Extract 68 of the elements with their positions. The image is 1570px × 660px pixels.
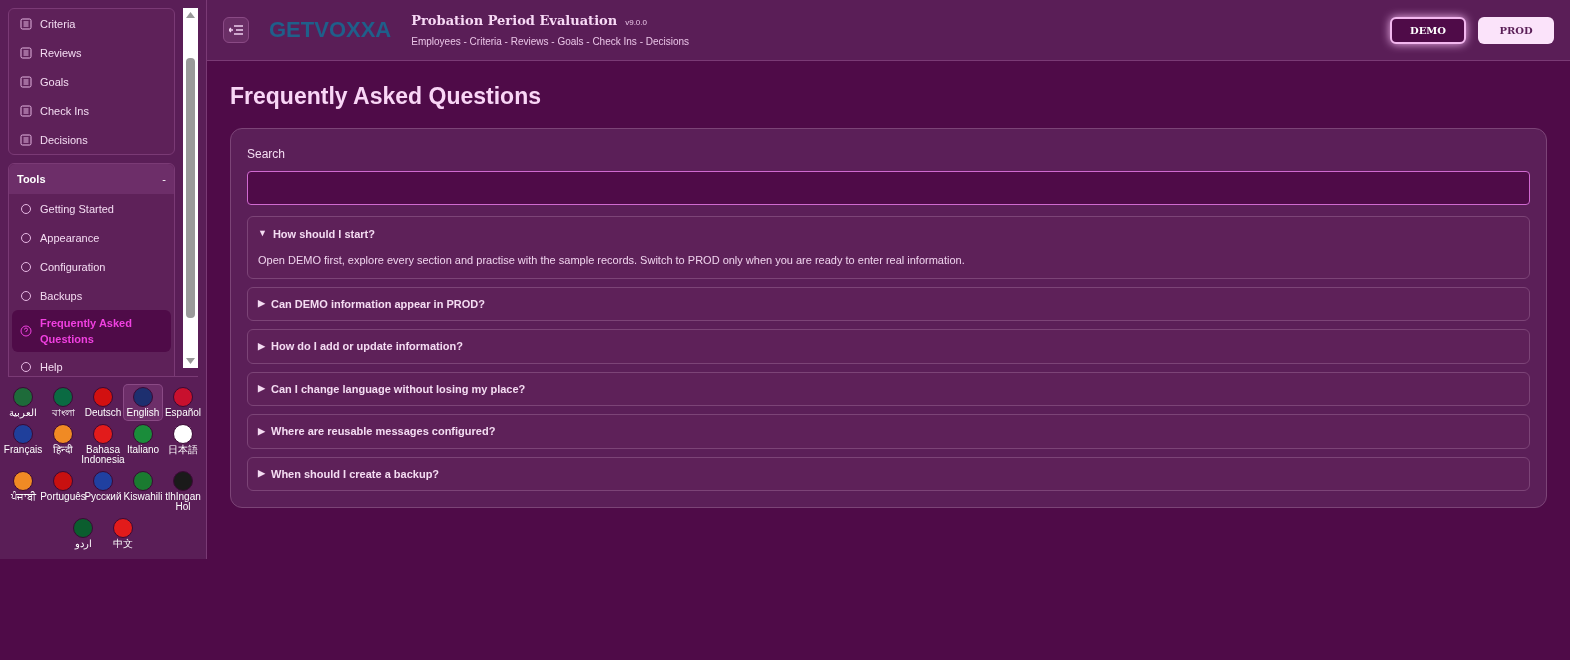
- scrollbar-thumb[interactable]: [186, 58, 195, 318]
- collapse-toggle[interactable]: -: [162, 170, 166, 188]
- faq-question[interactable]: Can DEMO information appear in PROD?: [271, 295, 485, 312]
- tool-icon: [20, 260, 32, 273]
- document-icon: [20, 17, 32, 30]
- sidebar-item[interactable]: Frequently Asked Questions: [12, 310, 171, 352]
- app-title: Probation Period Evaluation: [411, 11, 618, 30]
- faq-question[interactable]: How should I start?: [272, 225, 375, 242]
- tool-icon: [20, 360, 32, 373]
- mode-button[interactable]: PROD: [1478, 16, 1554, 44]
- sidebar-item[interactable]: Check Ins: [12, 96, 171, 125]
- sidebar-item[interactable]: Reviews: [12, 38, 171, 67]
- scroll-down-icon[interactable]: [186, 358, 195, 364]
- language-button[interactable]: Español: [164, 385, 202, 420]
- language-button[interactable]: 中文: [104, 516, 142, 551]
- language-button[interactable]: العربية: [4, 385, 42, 420]
- tool-icon: [20, 202, 32, 215]
- logo: GETVOXXA: [269, 17, 392, 43]
- language-button[interactable]: Kiswahili: [124, 469, 162, 514]
- expand-marker[interactable]: ▶: [258, 297, 265, 311]
- mode-button[interactable]: DEMO: [1390, 16, 1466, 44]
- sidebar-item[interactable]: Help: [12, 352, 171, 376]
- language-button[interactable]: Français: [4, 422, 42, 467]
- collapse-menu-icon: [229, 25, 243, 35]
- expand-marker[interactable]: ▶: [258, 424, 265, 438]
- sidebar-item[interactable]: Decisions: [12, 125, 171, 154]
- language-button[interactable]: اردو: [64, 516, 102, 551]
- sidebar-item[interactable]: Appearance: [12, 223, 171, 252]
- language-button[interactable]: Deutsch: [84, 385, 122, 420]
- app-subtitle: Employees - Criteria - Reviews - Goals - Check Ins - Decisions: [411, 35, 690, 50]
- document-icon: [20, 46, 32, 59]
- language-button[interactable]: Русский: [84, 469, 122, 514]
- search-label: Search: [247, 145, 287, 163]
- sidebar-item[interactable]: Goals: [12, 67, 171, 96]
- expand-marker[interactable]: ▶: [258, 467, 265, 481]
- sidebar-item[interactable]: Criteria: [12, 9, 171, 38]
- expand-marker[interactable]: ▶: [258, 382, 265, 396]
- help-circle-icon: [20, 325, 32, 337]
- sidebar-item[interactable]: Getting Started: [12, 194, 171, 223]
- search-field[interactable]: [247, 170, 1530, 205]
- language-button[interactable]: বাংলা: [44, 385, 82, 420]
- collapse-marker[interactable]: ▼: [258, 227, 267, 241]
- tools-section-header[interactable]: Tools -: [9, 164, 174, 194]
- scroll-up-icon[interactable]: [186, 12, 195, 18]
- language-button[interactable]: Italiano: [124, 422, 162, 467]
- faq-question[interactable]: Can I change language without losing my place?: [271, 380, 526, 397]
- tool-icon: [20, 231, 32, 244]
- scrollbar[interactable]: [183, 8, 198, 368]
- version-label: v9.0.0: [625, 16, 647, 29]
- page-title: Frequently Asked Questions: [230, 82, 542, 111]
- faq-question[interactable]: Where are reusable messages configured?: [271, 423, 496, 440]
- expand-marker[interactable]: ▶: [258, 339, 265, 353]
- language-button[interactable]: English: [124, 385, 162, 420]
- document-icon: [20, 104, 32, 117]
- sidebar-item[interactable]: Backups: [12, 281, 171, 310]
- section-title: Tools: [17, 171, 46, 187]
- language-button[interactable]: tlhIngan Hol: [164, 469, 202, 514]
- language-button[interactable]: हिन्दी: [44, 422, 82, 467]
- sidebar-toggle-button[interactable]: [223, 17, 249, 43]
- document-icon: [20, 133, 32, 146]
- document-icon: [20, 75, 32, 88]
- tool-icon: [20, 289, 32, 302]
- faq-question[interactable]: When should I create a backup?: [271, 465, 440, 482]
- faq-answer: Open DEMO first, explore every section and practise with the sample records. Switch to PROD only when you are ready to enter real information.: [258, 253, 966, 268]
- language-button[interactable]: 日本語: [164, 422, 202, 467]
- faq-question[interactable]: How do I add or update information?: [271, 338, 463, 355]
- language-button[interactable]: ਪੰਜਾਬੀ: [4, 469, 42, 514]
- sidebar-item[interactable]: Configuration: [12, 252, 171, 281]
